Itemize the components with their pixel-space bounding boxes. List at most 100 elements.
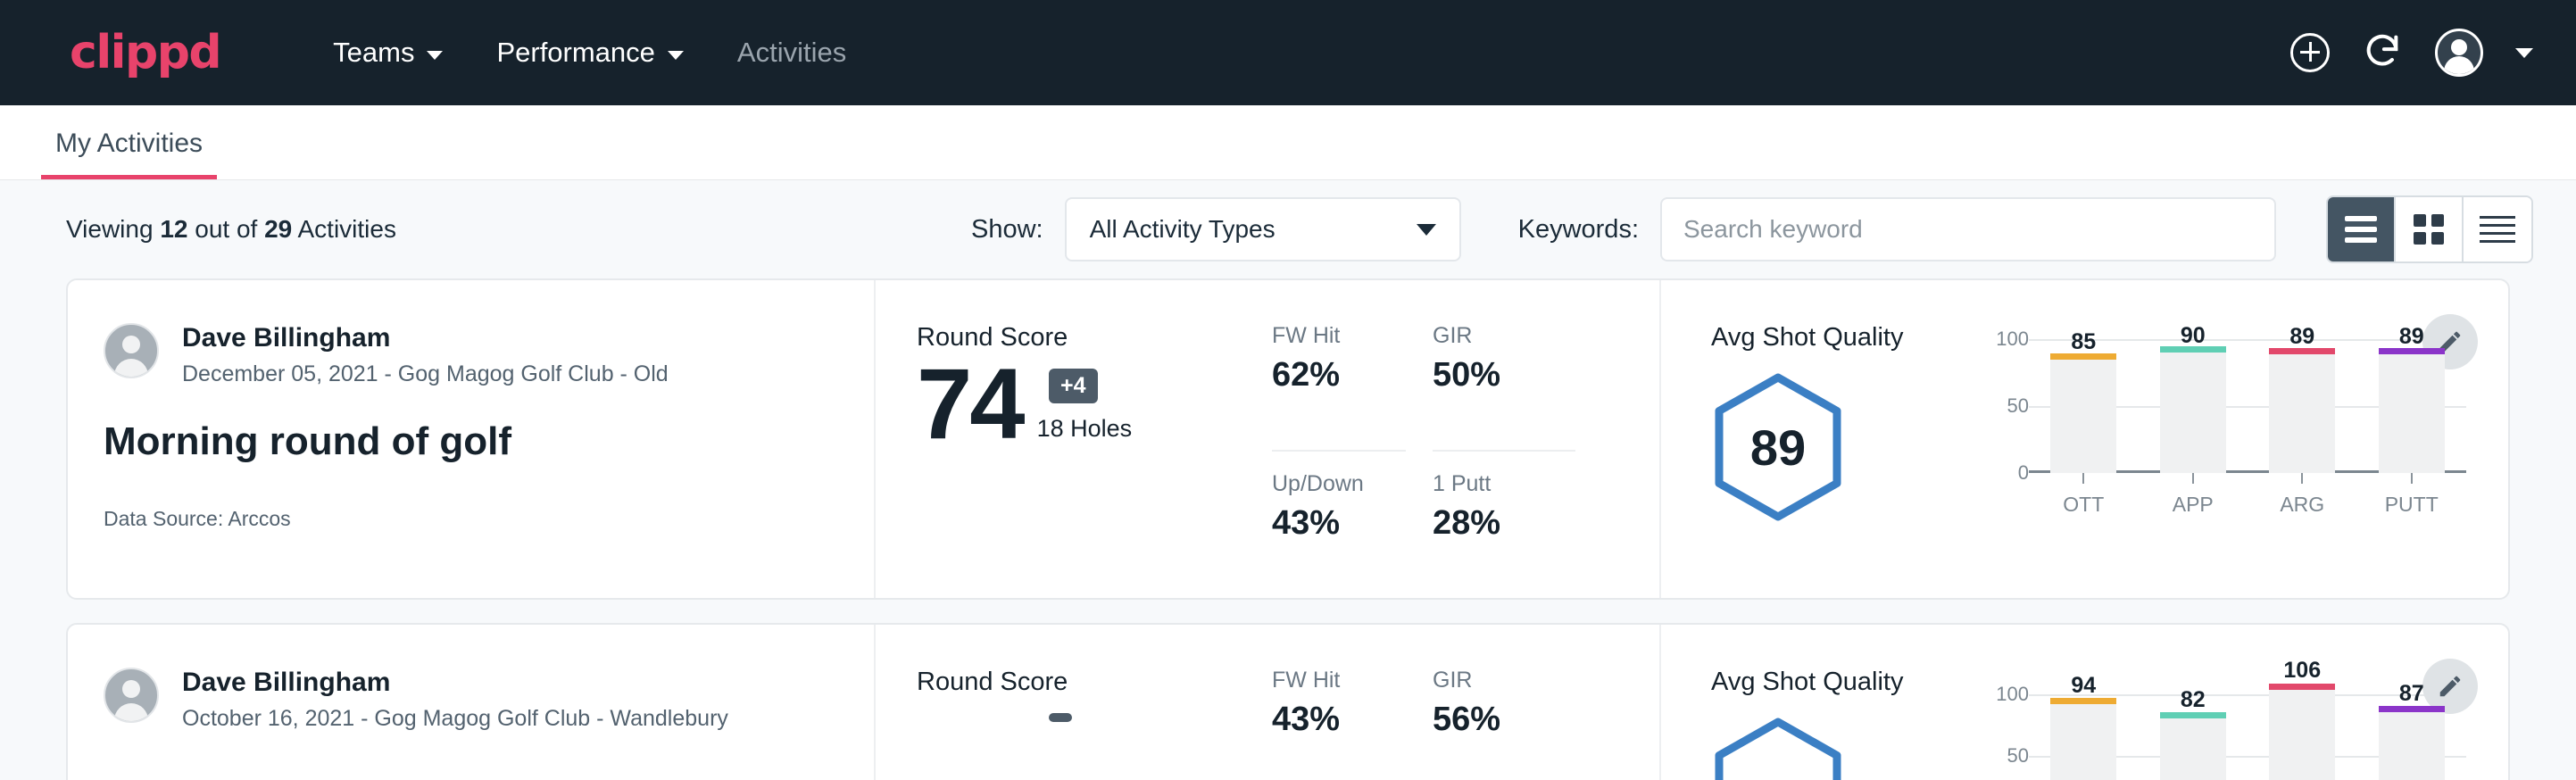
round-stats-grid: FW Hit 62% GIR 50% Up/Down 43% 1 Putt 28… xyxy=(1272,323,1575,598)
bar-ott: 94 xyxy=(2050,684,2116,780)
stat-value: 28% xyxy=(1433,504,1575,543)
y-tick-label: 100 xyxy=(1996,683,2029,706)
y-tick-label: 50 xyxy=(2007,744,2029,768)
shot-quality-score: Avg Shot Quality xyxy=(1711,668,1979,780)
nav-item-activities[interactable]: Activities xyxy=(710,37,873,69)
round-score-section: Round Score FW Hit 43% GIR 56% xyxy=(876,625,1661,780)
x-tick-label: PUTT xyxy=(2379,493,2445,517)
bar-value-label: 89 xyxy=(2269,324,2335,350)
shot-quality-chart: 100 50 0 94 xyxy=(1979,668,2508,780)
round-score-row: 74 +4 18 Holes xyxy=(917,358,1265,450)
shot-quality-score: Avg Shot Quality 89 xyxy=(1711,323,1979,598)
keywords-label: Keywords: xyxy=(1518,215,1639,245)
chevron-down-icon[interactable] xyxy=(2515,48,2533,58)
chart-plot-area: 100 50 0 94 xyxy=(1979,684,2508,780)
compact-view-button[interactable] xyxy=(2464,197,2531,261)
nav-item-performance[interactable]: Performance xyxy=(469,37,710,69)
score-to-par-badge xyxy=(1049,713,1072,722)
activity-type-value: All Activity Types xyxy=(1090,215,1276,244)
viewing-prefix: Viewing xyxy=(66,215,160,243)
tab-bar: My Activities xyxy=(0,105,2576,180)
avatar xyxy=(104,668,159,723)
player-header: Dave Billingham December 05, 2021 - Gog … xyxy=(104,323,838,387)
viewing-total: 29 xyxy=(264,215,292,243)
activity-type-select[interactable]: All Activity Types xyxy=(1065,197,1461,261)
chart-y-axis: 100 50 0 xyxy=(1979,339,2029,473)
bar-value-label: 89 xyxy=(2379,324,2445,350)
round-score-row xyxy=(917,702,1265,709)
stat-label: FW Hit xyxy=(1272,668,1406,693)
data-source-label: Data Source: Arccos xyxy=(104,507,838,531)
search-input[interactable] xyxy=(1660,197,2276,261)
stat-up-down: Up/Down 43% xyxy=(1272,471,1406,598)
score-to-par-badge: +4 xyxy=(1049,369,1098,403)
activity-card-summary: Dave Billingham October 16, 2021 - Gog M… xyxy=(68,625,876,780)
bar-putt: 87 xyxy=(2379,684,2445,780)
view-mode-toggle xyxy=(2326,195,2533,263)
shot-quality-chart: 100 50 0 85 xyxy=(1979,323,2508,598)
activity-card[interactable]: Dave Billingham December 05, 2021 - Gog … xyxy=(66,278,2510,600)
player-name: Dave Billingham xyxy=(182,668,728,699)
chart-bars: 94 82 106 xyxy=(2029,684,2466,780)
player-header: Dave Billingham October 16, 2021 - Gog M… xyxy=(104,668,838,732)
nav-item-teams[interactable]: Teams xyxy=(306,37,469,69)
add-circle-icon[interactable] xyxy=(2290,33,2330,72)
stat-label: 1 Putt xyxy=(1433,471,1575,497)
hexagon-score-badge xyxy=(1711,717,1845,780)
chart-plot-area: 100 50 0 85 xyxy=(1979,339,2508,473)
stat-label: Up/Down xyxy=(1272,471,1406,497)
hexagon-icon xyxy=(1711,717,1845,780)
stat-value: 56% xyxy=(1433,701,1575,739)
stat-fw-hit: FW Hit 62% xyxy=(1272,323,1406,452)
bar-value-label: 82 xyxy=(2160,687,2226,713)
tab-my-activities-label: My Activities xyxy=(55,129,203,158)
show-label: Show: xyxy=(971,215,1043,245)
user-avatar-icon[interactable] xyxy=(2435,29,2483,77)
x-tick-label: ARG xyxy=(2269,493,2335,517)
viewing-mid: out of xyxy=(187,215,264,243)
grid-icon xyxy=(2414,214,2444,245)
list-view-button[interactable] xyxy=(2328,197,2396,261)
round-stats-grid: FW Hit 43% GIR 56% Up/Down 1 Putt xyxy=(1272,668,1575,780)
stat-value: 62% xyxy=(1272,356,1406,394)
player-name: Dave Billingham xyxy=(182,323,669,354)
filter-controls: Show: All Activity Types Keywords: xyxy=(971,195,2533,263)
nav-item-activities-label: Activities xyxy=(737,37,846,69)
chart-bars: 85 90 89 xyxy=(2029,339,2466,473)
activity-card[interactable]: Dave Billingham October 16, 2021 - Gog M… xyxy=(66,623,2510,780)
bar-app: 82 xyxy=(2160,684,2226,780)
refresh-icon[interactable] xyxy=(2362,30,2403,76)
nav-actions xyxy=(2290,29,2533,77)
stat-fw-hit: FW Hit 43% xyxy=(1272,668,1406,780)
bar-value-label: 90 xyxy=(2160,323,2226,349)
avatar xyxy=(104,323,159,378)
grid-view-button[interactable] xyxy=(2396,197,2464,261)
bar-putt: 89 xyxy=(2379,339,2445,473)
tab-my-activities[interactable]: My Activities xyxy=(41,129,217,179)
stat-gir: GIR 56% xyxy=(1433,668,1575,780)
chevron-down-icon xyxy=(1417,224,1436,236)
round-score-section: Round Score 74 +4 18 Holes FW Hit 62% GI… xyxy=(876,280,1661,598)
stat-value: 50% xyxy=(1433,356,1575,394)
activity-meta: December 05, 2021 - Gog Magog Golf Club … xyxy=(182,361,669,387)
x-tick-label: OTT xyxy=(2050,493,2116,517)
app-logo[interactable]: clippd xyxy=(70,26,220,79)
chart-y-axis: 100 50 0 xyxy=(1979,684,2029,780)
chart-x-axis: OTT APP ARG PUTT xyxy=(2029,473,2466,517)
viewing-suffix: Activities xyxy=(292,215,396,243)
round-score-block: Round Score xyxy=(917,668,1265,780)
main-content: Viewing 12 out of 29 Activities Show: Al… xyxy=(0,180,2576,780)
hexagon-score-badge: 89 xyxy=(1711,372,1845,522)
round-score-value: 74 xyxy=(917,358,1023,450)
shot-quality-value: 89 xyxy=(1750,419,1806,477)
shot-quality-label: Avg Shot Quality xyxy=(1711,668,1979,697)
chevron-down-icon xyxy=(427,51,443,60)
x-tick-putt: PUTT xyxy=(2379,473,2445,517)
y-tick-label: 100 xyxy=(1996,328,2029,351)
shot-quality-label: Avg Shot Quality xyxy=(1711,323,1979,353)
stat-label: GIR xyxy=(1433,323,1575,349)
y-tick-label: 50 xyxy=(2007,394,2029,418)
stat-one-putt: 1 Putt 28% xyxy=(1433,471,1575,598)
bar-arg: 106 xyxy=(2269,684,2335,780)
top-navigation-bar: clippd Teams Performance Activities xyxy=(0,0,2576,105)
